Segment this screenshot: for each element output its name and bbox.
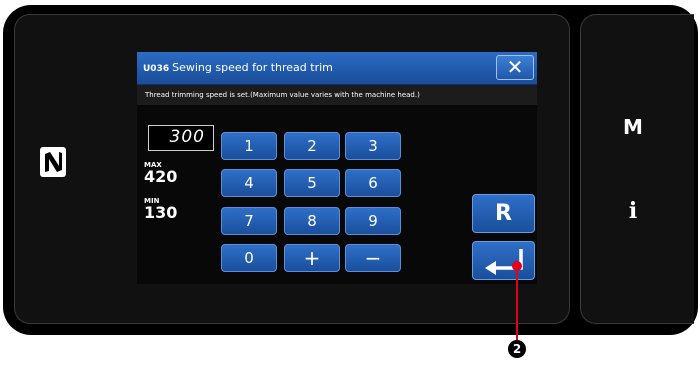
nfc-icon bbox=[40, 147, 66, 177]
minus-key[interactable]: − bbox=[345, 244, 401, 272]
close-button[interactable]: ✕ bbox=[496, 55, 534, 80]
speed-value-field[interactable]: 300 bbox=[148, 125, 214, 151]
side-screen bbox=[580, 14, 694, 324]
key-0[interactable]: 0 bbox=[221, 244, 277, 272]
speed-dialog: U036 Sewing speed for thread trim ✕ Threa… bbox=[137, 52, 537, 284]
key-1[interactable]: 1 bbox=[221, 132, 277, 160]
reset-button[interactable]: R bbox=[472, 194, 535, 233]
key-4[interactable]: 4 bbox=[221, 169, 277, 197]
dialog-title-text: Sewing speed for thread trim bbox=[172, 61, 333, 74]
key-7[interactable]: 7 bbox=[221, 207, 277, 235]
key-6[interactable]: 6 bbox=[345, 169, 401, 197]
callout-dot bbox=[512, 261, 522, 271]
info-key[interactable]: i bbox=[613, 198, 653, 224]
dialog-title: U036 Sewing speed for thread trim bbox=[143, 61, 333, 74]
max-value: 420 bbox=[144, 167, 178, 186]
callout-badge: 2 bbox=[508, 340, 526, 358]
dialog-code: U036 bbox=[143, 64, 170, 74]
key-9[interactable]: 9 bbox=[345, 207, 401, 235]
dialog-titlebar: U036 Sewing speed for thread trim ✕ bbox=[137, 52, 537, 85]
callout-line bbox=[516, 265, 518, 343]
enter-arrow-icon bbox=[485, 249, 523, 275]
key-5[interactable]: 5 bbox=[284, 169, 340, 197]
key-2[interactable]: 2 bbox=[284, 132, 340, 160]
enter-button[interactable] bbox=[472, 241, 535, 280]
plus-key[interactable]: + bbox=[284, 244, 340, 272]
min-value: 130 bbox=[144, 203, 178, 222]
key-3[interactable]: 3 bbox=[345, 132, 401, 160]
m-key[interactable]: M bbox=[613, 115, 653, 139]
dialog-message: Thread trimming speed is set.(Maximum va… bbox=[137, 85, 537, 105]
key-8[interactable]: 8 bbox=[284, 207, 340, 235]
